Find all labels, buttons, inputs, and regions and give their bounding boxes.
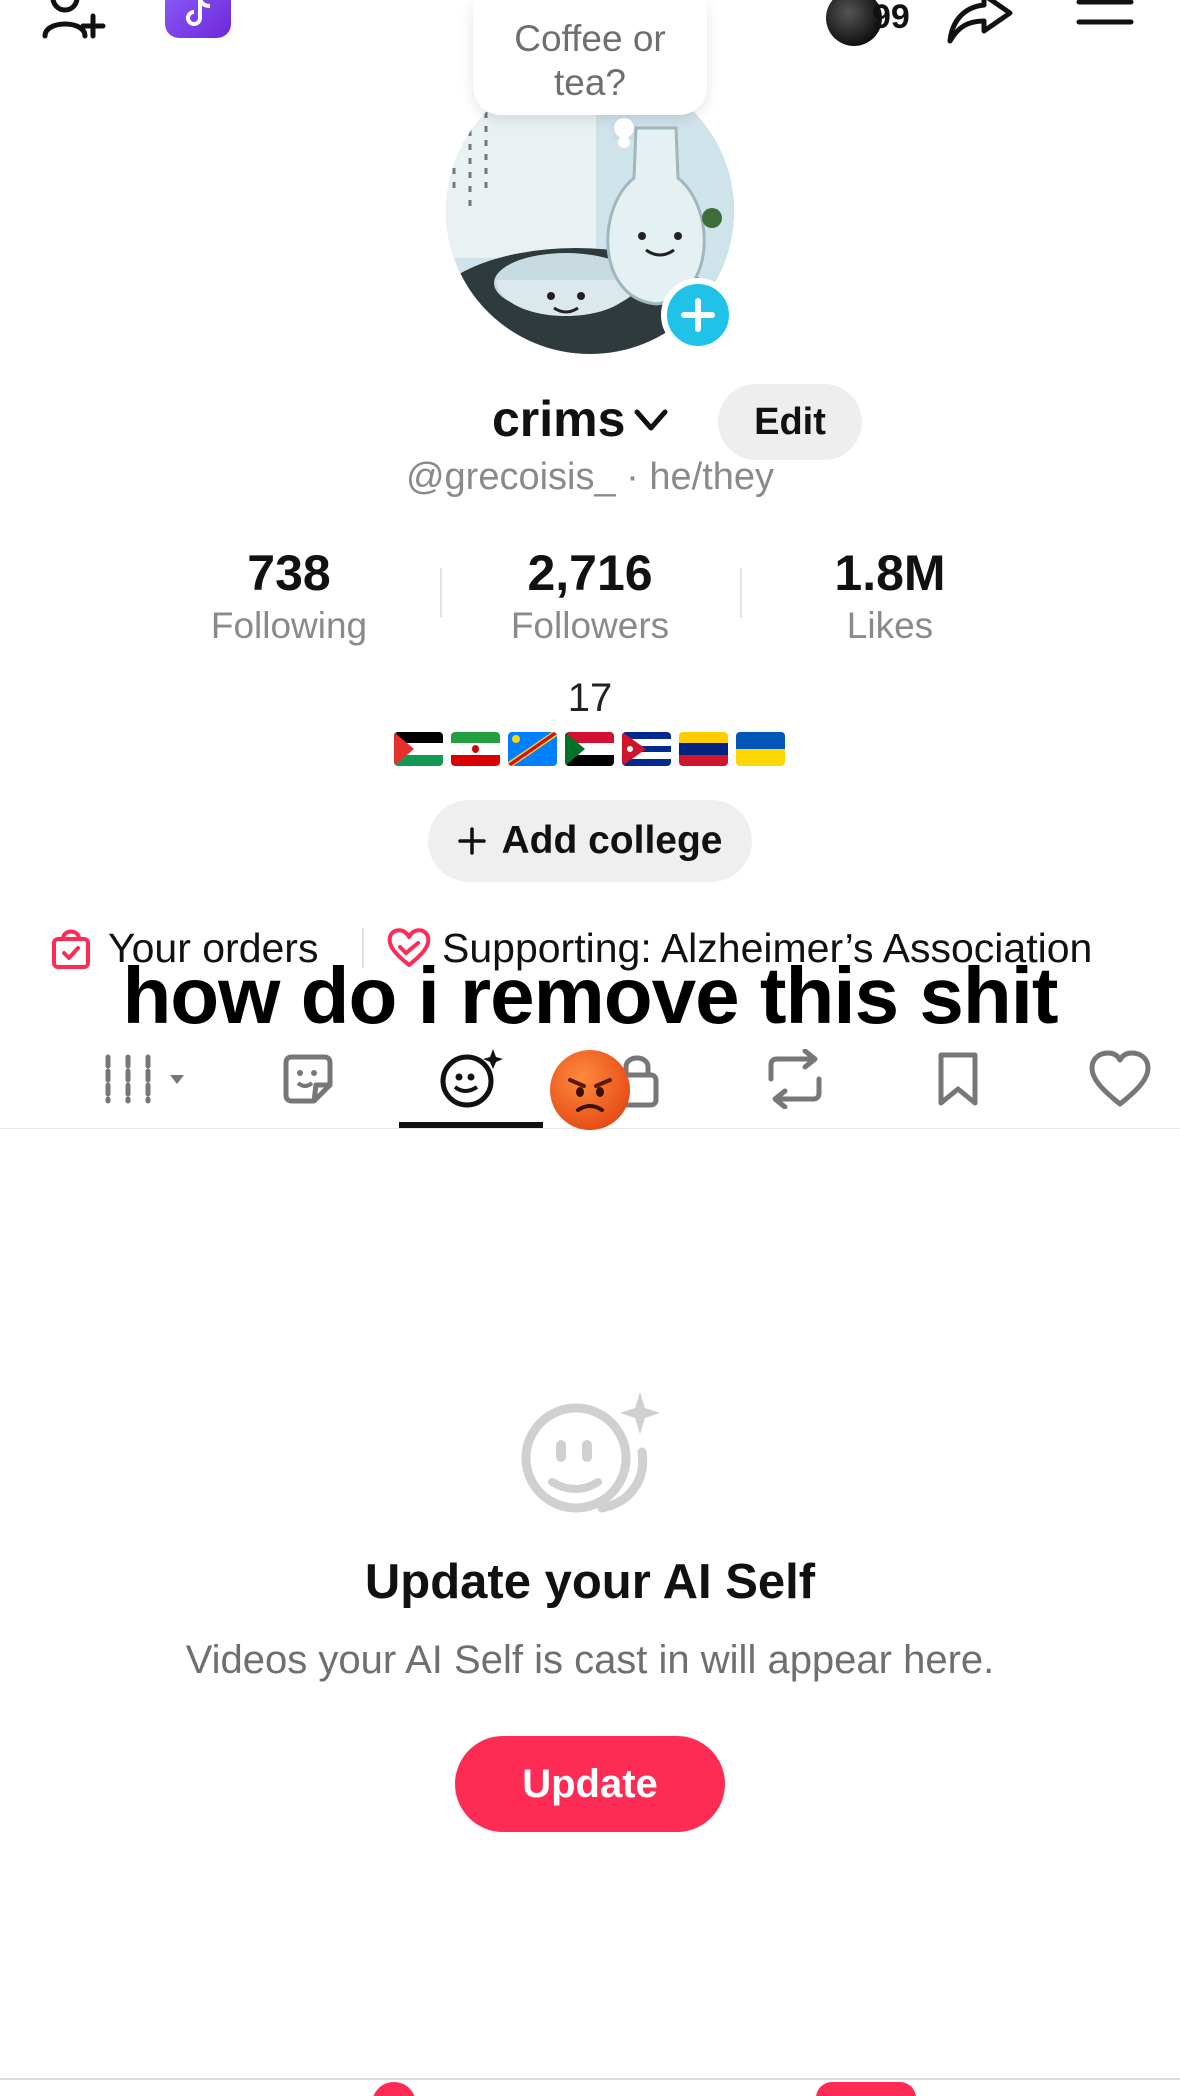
flag-ukraine-icon: [736, 732, 785, 766]
notification-count: 99: [872, 0, 910, 36]
flag-drcongo-icon: [508, 732, 557, 766]
menu-button[interactable]: [1070, 0, 1140, 40]
plus-icon: [681, 298, 715, 332]
grid-icon: [105, 1054, 184, 1104]
chevron-down-icon[interactable]: [633, 402, 669, 438]
stat-divider: [440, 568, 442, 618]
empty-state-title: Update your AI Self: [364, 1555, 816, 1609]
add-friend-button[interactable]: [36, 0, 122, 48]
bubble-tail-small: [618, 136, 630, 148]
name-row: crims Edit: [0, 384, 1180, 460]
profile-note-bubble[interactable]: Coffee or tea?: [473, 0, 707, 115]
update-ai-self-button[interactable]: Update: [455, 1736, 725, 1832]
stat-likes[interactable]: 1.8M Likes: [760, 545, 1020, 651]
stat-divider: [740, 568, 742, 618]
add-user-icon: [42, 0, 106, 39]
flag-sudan-icon: [565, 732, 614, 766]
tab-reposts[interactable]: [735, 1030, 855, 1128]
following-count: 738: [247, 545, 331, 601]
tab-videos-grid[interactable]: [80, 1030, 200, 1128]
add-college-button[interactable]: Add college: [428, 800, 752, 882]
sticker-icon: [283, 1054, 333, 1104]
stat-followers[interactable]: 2,716 Followers: [460, 545, 720, 651]
empty-state-subtitle: Videos your AI Self is cast in will appe…: [185, 1638, 995, 1682]
flag-venezuela-icon: [679, 732, 728, 766]
bookmark-icon: [938, 1052, 978, 1106]
angry-face-icon: [550, 1050, 630, 1130]
flag-palestine-icon: [394, 732, 443, 766]
add-college-label: Add college: [501, 819, 723, 862]
tiktok-app-icon[interactable]: [165, 0, 231, 38]
tab-ai-self[interactable]: [411, 1030, 531, 1128]
followers-count: 2,716: [527, 545, 653, 601]
bottom-nav-divider: [0, 2078, 1180, 2080]
likes-label: Likes: [846, 605, 934, 646]
bio-text: 17: [567, 676, 613, 720]
tab-stickers[interactable]: [248, 1030, 368, 1128]
edit-profile-button[interactable]: Edit: [718, 384, 862, 460]
bio-flags: [394, 732, 785, 768]
flag-cuba-icon: [622, 732, 671, 766]
notifications-button[interactable]: 99: [826, 0, 918, 48]
share-icon: [947, 0, 1013, 44]
following-label: Following: [210, 605, 368, 646]
followers-label: Followers: [510, 605, 670, 646]
stat-following[interactable]: 738 Following: [159, 545, 419, 651]
likes-count: 1.8M: [834, 545, 946, 601]
repost-icon: [768, 1049, 822, 1109]
bubble-tail: [614, 118, 634, 138]
menu-icon: [1076, 0, 1134, 25]
bottom-nav-notification-dot: [372, 2082, 416, 2096]
tab-favorites[interactable]: [898, 1030, 1018, 1128]
plus-icon: [458, 827, 487, 855]
add-avatar-button[interactable]: [661, 278, 735, 352]
heart-icon: [1089, 1050, 1151, 1107]
ai-self-empty-icon: [521, 1392, 660, 1513]
handle-pronouns: @grecoisis_ · he/they: [405, 456, 775, 498]
bottom-nav-inbox-badge: [816, 2082, 916, 2096]
ai-self-icon: [440, 1049, 503, 1108]
share-button[interactable]: [944, 0, 1018, 46]
username[interactable]: crims: [492, 384, 625, 454]
tab-liked[interactable]: [1060, 1030, 1180, 1128]
flag-iran-icon: [451, 732, 500, 766]
